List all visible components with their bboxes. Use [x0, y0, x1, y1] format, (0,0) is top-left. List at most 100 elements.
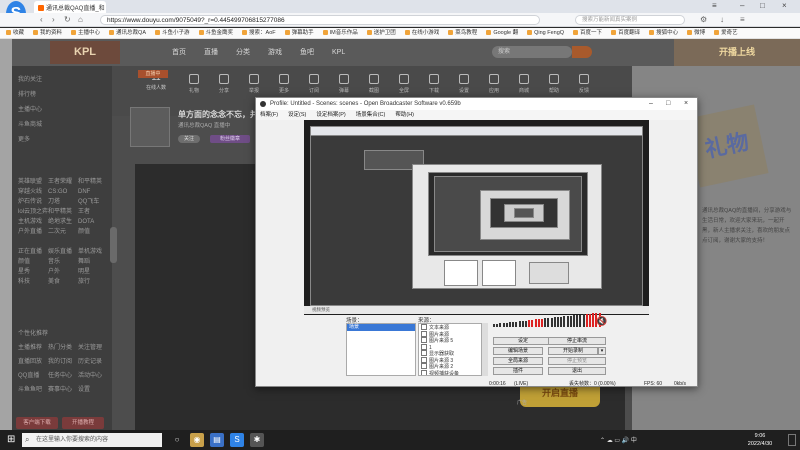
sidebar-item[interactable]: 更多 — [18, 134, 30, 143]
bookmark-item[interactable]: 百度翻译 — [611, 28, 640, 38]
sidebar-category[interactable]: 热门分类 — [48, 342, 78, 351]
sidebar-category[interactable]: 二次元 — [48, 226, 78, 235]
sidebar-category[interactable]: DNF — [78, 189, 108, 195]
sidebar-category[interactable]: 主机游戏 — [18, 216, 48, 225]
clock[interactable]: 9:06 2022/4/30 — [740, 432, 780, 448]
sidebar-category[interactable]: 户外 — [48, 266, 78, 275]
sidebar-category[interactable]: 明星 — [78, 266, 108, 275]
sidebar-category[interactable]: 绝地求生 — [48, 216, 78, 225]
fan-badge-chip[interactable]: 粉丝徽章 — [210, 135, 250, 143]
bookmark-item[interactable]: 在线小游戏 — [405, 28, 440, 38]
toolbar-icon-item[interactable]: 礼物 — [184, 74, 204, 104]
exit-button[interactable]: 退出 — [548, 367, 606, 375]
bookmark-item[interactable]: 通讯总裁QA — [109, 28, 146, 38]
menu-icon[interactable]: ≡ — [740, 15, 745, 24]
bookmark-item[interactable]: 菜鸟教程 — [448, 28, 477, 38]
obs-close-icon[interactable]: × — [684, 98, 688, 110]
task-view-icon[interactable]: ○ — [170, 433, 184, 447]
sidebar-category[interactable]: 刀塔 — [48, 196, 78, 205]
sources-list[interactable]: 文本来源 图片来源 图片来源 5 1 显示器获取 图片来源 3 图片来源 2 视频捕获设备 — [418, 323, 488, 376]
close-icon[interactable]: × — [782, 1, 787, 10]
bookmark-item[interactable]: 主播中心 — [71, 28, 100, 38]
bookmark-item[interactable]: 弹幕助手 — [285, 28, 314, 38]
obs-minimize-icon[interactable]: – — [649, 98, 653, 110]
stream-tutorial-button[interactable]: 开播教程 — [62, 417, 104, 429]
obs-preview[interactable] — [304, 120, 649, 315]
sidebar-category[interactable]: 和平精英 — [48, 206, 78, 215]
sidebar-category[interactable]: 音乐 — [48, 256, 78, 265]
forward-icon[interactable]: › — [52, 15, 55, 24]
edit-scene-button[interactable]: 编辑场景 — [493, 347, 543, 355]
sidebar-category[interactable]: 颜值 — [78, 226, 108, 235]
obs-menu-item[interactable]: 场景集合(C) — [356, 112, 386, 118]
site-logo[interactable]: KPL — [50, 41, 120, 64]
sidebar-category[interactable]: 旅行 — [78, 276, 108, 285]
sidebar-category[interactable]: QQ飞车 — [78, 196, 108, 205]
sidebar-category[interactable]: 颜值 — [18, 256, 48, 265]
refresh-icon[interactable]: ↻ — [64, 15, 71, 24]
site-nav-item[interactable]: 首页 — [172, 49, 186, 56]
bookmark-item[interactable]: 爱奇艺 — [714, 28, 738, 38]
app-browser-icon[interactable]: S — [230, 433, 244, 447]
sidebar-item[interactable]: 主播中心 — [18, 104, 42, 113]
bookmark-item[interactable]: 我的资料 — [33, 28, 62, 38]
sidebar-category[interactable]: 斗鱼鱼吧 — [18, 384, 48, 393]
sidebar-category[interactable]: 穿越火线 — [18, 186, 48, 195]
sidebar-category[interactable]: 科技 — [18, 276, 48, 285]
stop-preview-button[interactable]: 停止预览 — [548, 357, 606, 365]
site-nav-item[interactable]: 分类 — [236, 49, 250, 56]
app-media-icon[interactable]: ✱ — [250, 433, 264, 447]
app-files-icon[interactable]: ▤ — [210, 433, 224, 447]
sidebar-category[interactable]: 历史记录 — [78, 356, 108, 365]
download-icon[interactable]: ↓ — [720, 15, 724, 24]
client-download-button[interactable]: 客户端下载 — [16, 417, 58, 429]
bookmark-item[interactable]: IM音乐作品 — [323, 28, 358, 38]
site-nav-item[interactable]: 鱼吧 — [300, 49, 314, 56]
record-dropdown-icon[interactable]: ▾ — [598, 347, 606, 355]
sidebar-category[interactable]: 主播推荐 — [18, 342, 48, 351]
sidebar-item[interactable]: 斗鱼商城 — [18, 119, 42, 128]
sources-scrollbar[interactable] — [481, 323, 488, 376]
sidebar-category[interactable]: 炉石传说 — [18, 196, 48, 205]
sidebar-category[interactable]: 舞蹈 — [78, 256, 108, 265]
obs-menu-item[interactable]: 设定(S) — [288, 112, 306, 118]
sidebar-category[interactable]: 王者荣耀 — [48, 176, 78, 185]
obs-maximize-icon[interactable]: □ — [666, 98, 670, 110]
bookmark-item[interactable]: 斗鱼小子游 — [155, 28, 190, 38]
notification-icon[interactable] — [788, 434, 796, 446]
bookmark-item[interactable]: 微博 — [687, 28, 705, 38]
sidebar-collapse-handle[interactable] — [110, 227, 117, 263]
sidebar-category[interactable]: CS:GO — [48, 189, 78, 195]
sidebar-category[interactable]: 单机游戏 — [78, 246, 108, 255]
sidebar-category[interactable]: 王者 — [78, 206, 108, 215]
home-icon[interactable]: ⌂ — [78, 15, 83, 24]
browser-search-input[interactable]: 搜索万能新闻真实案例 — [575, 15, 685, 25]
url-input[interactable]: https://www.douyu.com/9075049?_r=0.44549… — [100, 15, 540, 25]
app-obs-icon[interactable]: ◉ — [190, 433, 204, 447]
speaker-muted-icon[interactable]: 🔇 — [596, 316, 607, 326]
obs-menu-item[interactable]: 档案(F) — [260, 112, 278, 118]
site-nav-item[interactable]: 游戏 — [268, 49, 282, 56]
sidebar-category[interactable]: 关注管理 — [78, 342, 108, 351]
sidebar-category[interactable]: 星秀 — [18, 266, 48, 275]
sidebar-item[interactable]: 我的关注 — [18, 74, 42, 83]
sidebar-category[interactable]: 活动中心 — [78, 370, 108, 379]
bookmark-item[interactable]: 搜索：AoF — [242, 28, 276, 38]
browser-tab[interactable]: 通讯总裁QAQ直播_和 — [34, 1, 106, 13]
scenes-list[interactable]: 场景 — [346, 323, 416, 376]
follow-button[interactable]: 关注 — [178, 135, 200, 143]
browser-menu-icon[interactable]: ≡ — [712, 1, 717, 10]
bookmark-item[interactable]: 送护卫团 — [367, 28, 396, 38]
source-item[interactable]: 视频捕获设备 — [419, 370, 487, 376]
sidebar-category[interactable]: 我的订阅 — [48, 356, 78, 365]
sidebar-item[interactable]: 排行榜 — [18, 89, 36, 98]
sidebar-category[interactable]: 和平精英 — [78, 176, 108, 185]
back-icon[interactable]: ‹ — [40, 15, 43, 24]
sidebar-category[interactable]: 设置 — [78, 384, 108, 393]
settings-button[interactable]: 设定 — [493, 337, 553, 345]
maximize-icon[interactable]: □ — [760, 1, 765, 10]
bookmark-item[interactable]: Google 翻 — [486, 28, 518, 38]
minimize-icon[interactable]: – — [740, 1, 744, 10]
sidebar-category[interactable]: 娱乐直播 — [48, 246, 78, 255]
sidebar-category[interactable]: QQ直播 — [18, 370, 48, 379]
